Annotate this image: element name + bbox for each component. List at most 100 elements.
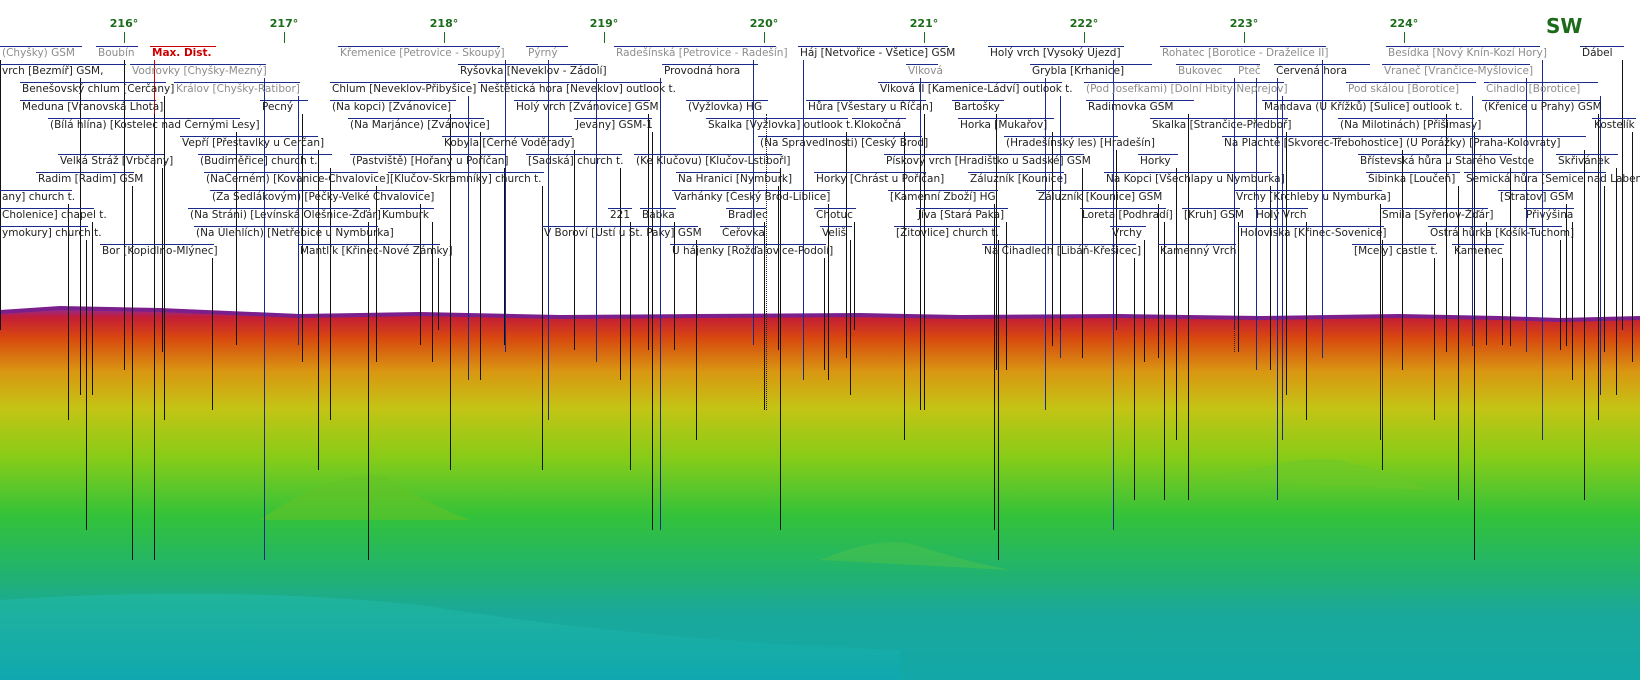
peak-leader-line: [1622, 60, 1623, 330]
peak-leader-line: [920, 150, 921, 410]
peak-label: U hájenky [Rožďalovice-Podolí]: [670, 244, 834, 257]
peak-label: Pteč: [1236, 64, 1261, 77]
peak-label: Pískový vrch [Hradištko u Sadské] GSM: [884, 154, 1091, 167]
peak-label: Ďábel: [1580, 46, 1624, 60]
peak-leader-line: [432, 222, 433, 362]
azimuth-tick-label: 217°: [269, 17, 299, 30]
azimuth-tick-label: 221°: [909, 17, 939, 30]
peak-label: Rohatec [Borotice - Draželice II]: [1160, 46, 1329, 59]
peak-label: V Boroví [Ústí u St. Paky] GSM: [542, 226, 702, 239]
peak-leader-line: [438, 258, 439, 330]
peak-leader-line: [548, 60, 549, 420]
peak-leader-line: [1584, 150, 1585, 500]
peak-label: Červená hora: [1274, 64, 1370, 78]
azimuth-tick-mark: [604, 32, 605, 43]
peak-leader-line: [1542, 60, 1543, 440]
azimuth-tick-label: 223°: [1229, 17, 1259, 30]
peak-label: (Budiměřice] church t.: [198, 154, 332, 168]
peak-leader-line: [1060, 186, 1061, 330]
peak-leader-line: [1632, 132, 1633, 362]
peak-leader-line: [652, 132, 653, 530]
peak-label: Kostelík: [1592, 118, 1636, 131]
peak-label: Ostrá hůrka [Košík-Tuchom]: [1428, 226, 1575, 239]
peak-label: Kobyla [Černé Voděrady]: [442, 136, 575, 149]
azimuth-tick-label: 220°: [749, 17, 779, 30]
peak-label: Babka: [640, 208, 676, 221]
azimuth-tick-mark: [284, 32, 285, 43]
peak-label: (Chyšky) GSM: [0, 46, 82, 60]
peak-label: Radim [Radim] GSM: [36, 172, 144, 185]
peak-label: [Klučov-Skramníky] church t.: [388, 172, 544, 186]
peak-label: Vlková: [906, 64, 943, 77]
peak-label: Háj [Netvořice - Všetice] GSM: [798, 46, 956, 59]
peak-leader-line: [1134, 258, 1135, 500]
azimuth-tick-mark: [924, 32, 925, 43]
peak-leader-line: [154, 114, 155, 560]
peak-leader-line: [505, 60, 506, 352]
peak-label: Čeřovka: [720, 226, 766, 239]
peak-label: Radešínská [Petrovice - Radešín]: [614, 46, 788, 59]
peak-label: Křemenice [Petrovice - Skoupý]: [338, 46, 505, 59]
peak-leader-line: [620, 168, 621, 380]
peak-label: any] church t.: [0, 190, 76, 203]
peak-label: Varhánky [Český Brod-Liblice]: [672, 190, 831, 203]
peak-label: Mantlík [Křinec-Nové Zámky]: [298, 244, 453, 257]
compass-direction: SW: [1546, 14, 1583, 38]
peak-leader-line: [264, 78, 265, 560]
peak-label: [Stratov] GSM: [1498, 190, 1574, 203]
peak-label: Na Hranici [Nymburk]: [676, 172, 793, 185]
peak-label: Provodná hora: [662, 64, 758, 78]
peak-label: Břístevská hůra u Starého Vestce: [1358, 154, 1535, 167]
peak-label: Max. Dist.: [150, 46, 216, 60]
azimuth-tick-mark: [1244, 32, 1245, 43]
peak-label: Horky: [1138, 154, 1178, 168]
peak-leader-line: [996, 114, 997, 370]
peak-leader-line: [420, 204, 421, 345]
peak-label: Ryšovka [Neveklov - Zádolí]: [458, 64, 607, 77]
peak-label: (U Porážky) [Praha-Kolovraty]: [1404, 136, 1586, 150]
peak-leader-line: [480, 132, 481, 380]
peak-leader-line: [212, 258, 213, 410]
peak-leader-line: [1502, 258, 1503, 345]
peak-label: Kamenný Vrch: [1158, 244, 1237, 257]
peak-label: Vrchy: [1110, 226, 1146, 240]
peak-label: [Mcely] castle t.: [1352, 244, 1438, 257]
peak-leader-line: [1604, 186, 1605, 352]
peak-label: Záluzník [Kounice] GSM: [1036, 190, 1163, 203]
peak-label: Kumburk: [380, 208, 434, 222]
peak-label: Holý vrch [Zvánovice] GSM: [514, 100, 659, 113]
peak-label: Holý vrch [Vysoký Újezd]: [988, 46, 1124, 60]
peak-label: Skalka [Strančice-Předboř]: [1150, 118, 1292, 131]
peak-leader-line: [1158, 204, 1159, 358]
peak-label: Vraneč [Vrančice-Myšlovice]: [1382, 64, 1534, 77]
peak-label: (Pastviště) [Hořany u Poříčan]: [350, 154, 509, 167]
peak-label: Besídka [Nový Knín-Kozí Hory]: [1386, 46, 1547, 59]
azimuth-tick-label: 222°: [1069, 17, 1099, 30]
peak-label: (Vyžlovka) HG: [686, 100, 768, 114]
peak-label: Přivýšina: [1524, 208, 1574, 221]
peak-leader-line: [1434, 258, 1435, 420]
peak-label: Klokočná: [852, 118, 906, 132]
peak-label: vrch [Bezmíř] GSM,: [0, 64, 126, 78]
azimuth-tick-label: 218°: [429, 17, 459, 30]
peak-leader-line: [1234, 258, 1236, 352]
peak-label: (Bílá hlína) [Kostelec nad Černými Lesy]: [48, 118, 260, 131]
peak-leader-line: [1560, 240, 1561, 350]
peak-label: (Pod Josefkami) [Dolní Hbity-Neprejov]: [1084, 82, 1288, 95]
peak-label: [Kruh] GSM: [1182, 208, 1244, 221]
panorama-view: 216° 217° 218° 219° 220° 221° 222° 223° 224° SW …: [0, 0, 1640, 680]
peak-leader-line: [674, 222, 675, 350]
peak-label: Vlková II [Kamenice-Ládví] outlook t.: [878, 82, 1073, 95]
peak-leader-line: [368, 222, 369, 560]
peak-label: Horky [Chrást u Poříčan]: [814, 172, 945, 185]
peak-label: Pod skálou [Borotice]: [1346, 82, 1476, 96]
peak-leader-line: [132, 186, 133, 560]
peak-label: Horka [Mukařov]: [958, 118, 1054, 132]
peak-label: Veliš: [820, 226, 852, 240]
peak-label: Chotuc: [814, 208, 856, 222]
peak-leader-line: [803, 60, 804, 380]
peak-label: Neštětická hora [Neveklov] outlook t.: [478, 82, 676, 95]
peak-label: Jíva [Stará Paka]: [916, 208, 1008, 222]
peak-label: Bartošky: [952, 100, 1004, 114]
peak-label: Chlum [Neveklov-Přibyšice]: [330, 82, 477, 95]
